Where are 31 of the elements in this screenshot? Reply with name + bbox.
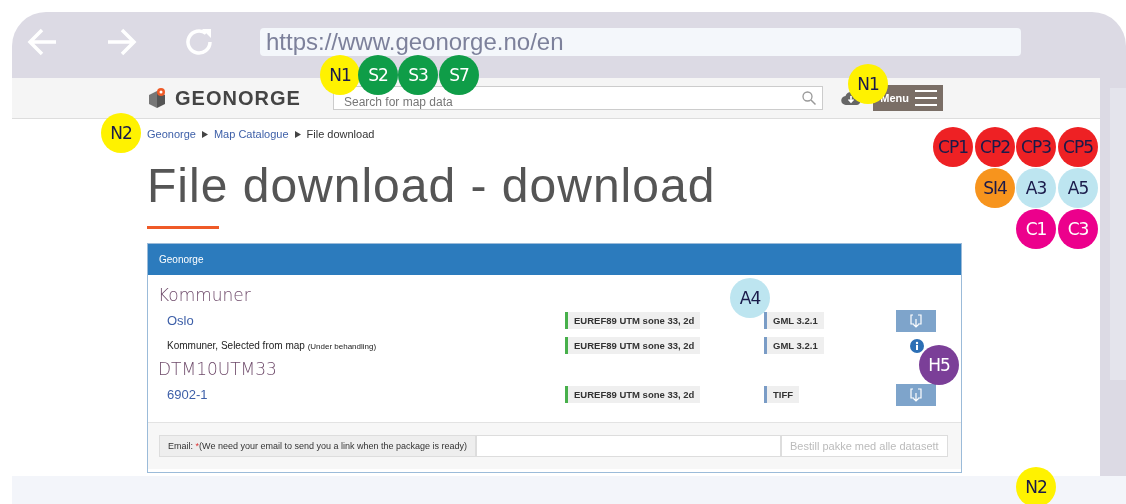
- page-title: File download - download: [147, 158, 716, 214]
- menu-icon: [915, 89, 937, 107]
- projection-tag: EUREF89 UTM sone 33, 2d: [565, 386, 701, 403]
- download-button[interactable]: [896, 309, 936, 332]
- logo-text: GEONORGE: [175, 86, 301, 110]
- breadcrumb-current: File download: [306, 128, 375, 140]
- email-field[interactable]: [476, 435, 782, 457]
- download-icon: [910, 387, 922, 402]
- format-tag: GML 3.2.1: [764, 337, 824, 354]
- chevron-icon: [201, 130, 208, 138]
- group-heading: Kommuner: [158, 284, 251, 306]
- format-tag: GML 3.2.1: [764, 312, 824, 329]
- address-bar[interactable]: https://www.geonorge.no/en: [260, 28, 1021, 56]
- format-tag: TIFF: [764, 386, 800, 403]
- info-icon[interactable]: [910, 338, 924, 353]
- group-heading: DTM10UTM33: [158, 358, 277, 380]
- projection-tag: EUREF89 UTM sone 33, 2d: [565, 312, 701, 329]
- panel-header: Geonorge: [148, 244, 961, 275]
- cube-logo-icon: [147, 87, 167, 109]
- dataset-name: Kommuner, Selected from map (Under behandling): [167, 340, 378, 351]
- dataset-link[interactable]: Oslo: [167, 313, 565, 328]
- chevron-icon: [294, 130, 301, 138]
- search-field[interactable]: Search for map data: [333, 86, 823, 110]
- download-button[interactable]: [896, 383, 936, 406]
- breadcrumb-link[interactable]: Geonorge: [147, 128, 196, 140]
- download-icon: [910, 313, 922, 328]
- search-icon[interactable]: [802, 91, 816, 105]
- dataset-link[interactable]: 6902-1: [167, 387, 565, 402]
- projection-tag: EUREF89 UTM sone 33, 2d: [565, 337, 701, 354]
- breadcrumb-link[interactable]: Map Catalogue: [213, 128, 289, 140]
- email-label: Email: *(We need your email to send you a link when the package is ready): [159, 435, 477, 457]
